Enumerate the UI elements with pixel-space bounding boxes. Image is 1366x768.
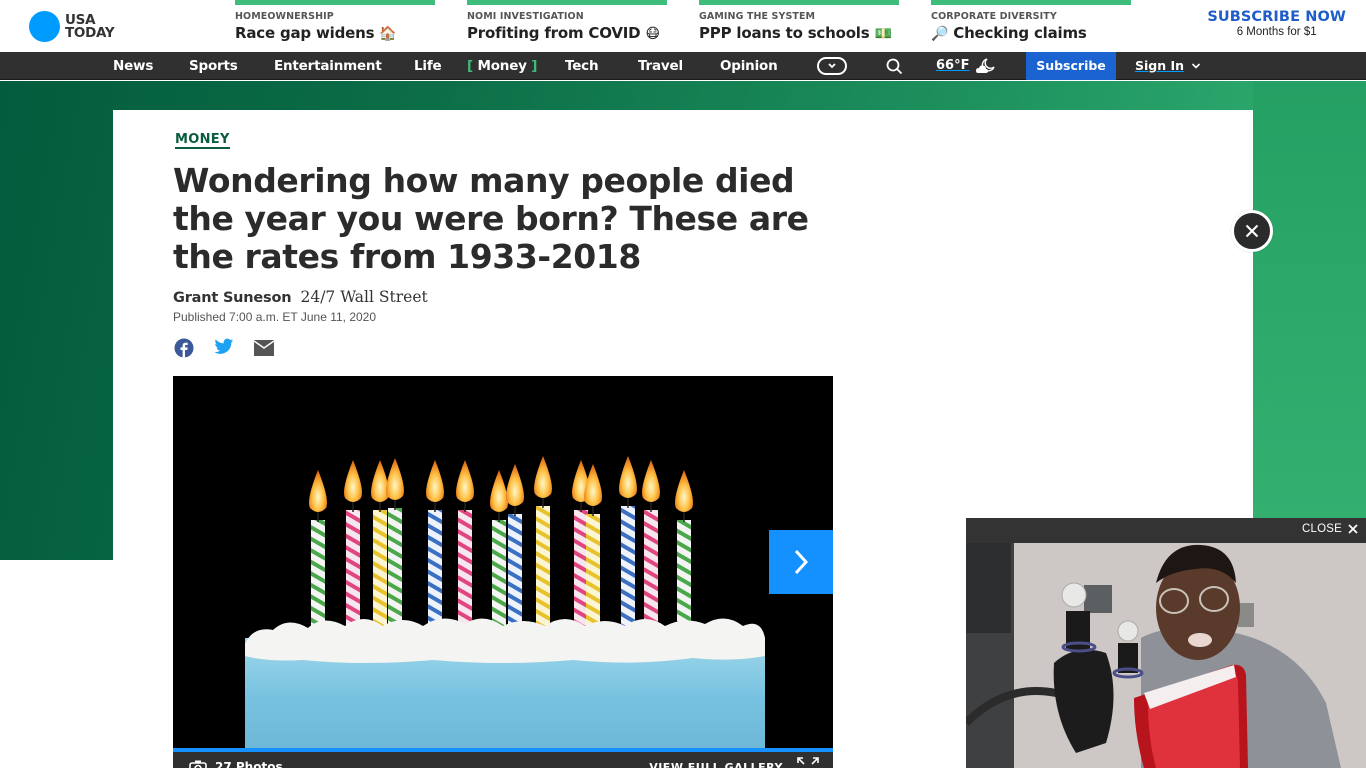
video-close-label: CLOSE bbox=[1302, 523, 1342, 535]
video-header: CLOSE bbox=[966, 518, 1366, 543]
promo-title-text: Profiting from COVID bbox=[467, 24, 641, 42]
video-close-button[interactable]: CLOSE bbox=[1302, 523, 1358, 535]
nav-item-travel[interactable]: Travel bbox=[638, 52, 683, 80]
promo-title-text: Checking claims bbox=[953, 24, 1087, 42]
search-icon bbox=[886, 58, 903, 75]
weather-temperature[interactable]: 66°F bbox=[936, 52, 969, 80]
partly-cloudy-night-icon bbox=[976, 58, 995, 73]
promo-accent-bar bbox=[699, 0, 899, 5]
active-bracket-right: ] bbox=[531, 58, 538, 74]
promo-title-text: PPP loans to schools bbox=[699, 24, 870, 42]
nav-subscribe-button[interactable]: Subscribe bbox=[1026, 52, 1116, 80]
nav-item-money[interactable]: [ Money ] bbox=[467, 52, 537, 80]
promo-title[interactable]: Race gap widens 🏠 bbox=[235, 24, 435, 42]
article-source: 24/7 Wall Street bbox=[300, 288, 428, 306]
promo-title[interactable]: PPP loans to schools 💵 bbox=[699, 24, 899, 42]
close-overlay-button[interactable] bbox=[1231, 210, 1273, 252]
logo-text: USA TODAY bbox=[65, 13, 115, 41]
published-date: Published 7:00 a.m. ET June 11, 2020 bbox=[173, 310, 377, 324]
floating-video-player[interactable]: CLOSE bbox=[966, 518, 1366, 768]
gallery-photo-count: 27 Photos bbox=[189, 760, 283, 768]
author-name: Grant Suneson bbox=[173, 290, 292, 306]
promo-homeownership[interactable]: HOMEOWNERSHIP Race gap widens 🏠 bbox=[235, 0, 435, 52]
gallery-expand-button[interactable] bbox=[797, 756, 819, 768]
nav-item-entertainment[interactable]: Entertainment bbox=[274, 52, 382, 80]
share-facebook-button[interactable] bbox=[174, 338, 194, 362]
promo-gaming-the-system[interactable]: GAMING THE SYSTEM PPP loans to schools 💵 bbox=[699, 0, 899, 52]
more-sections-button[interactable] bbox=[817, 57, 847, 75]
video-thumbnail-image bbox=[966, 543, 1366, 768]
article-headline: Wondering how many people died the year … bbox=[173, 161, 809, 276]
promo-title[interactable]: 🔎 Checking claims bbox=[931, 24, 1131, 42]
section-background-right bbox=[1253, 81, 1366, 518]
sign-in-label: Sign In bbox=[1135, 58, 1185, 73]
chevron-down-icon bbox=[1192, 63, 1201, 69]
search-button[interactable] bbox=[886, 58, 903, 79]
subscribe-now-promo[interactable]: SUBSCRIBE NOW 6 Months for $1 bbox=[1207, 9, 1346, 38]
promo-title-text: Race gap widens bbox=[235, 24, 375, 42]
view-full-gallery-link[interactable]: VIEW FULL GALLERY bbox=[649, 761, 783, 768]
nav-item-tech[interactable]: Tech bbox=[565, 52, 599, 80]
email-icon bbox=[253, 340, 275, 356]
nav-item-opinion[interactable]: Opinion bbox=[720, 52, 778, 80]
logo-circle-icon bbox=[29, 11, 60, 42]
logo-line-2: TODAY bbox=[65, 24, 115, 41]
promo-title[interactable]: Profiting from COVID 😷 bbox=[467, 24, 667, 42]
photo-count-label: 27 Photos bbox=[215, 760, 283, 768]
twitter-icon bbox=[214, 338, 234, 354]
promo-kicker: GAMING THE SYSTEM bbox=[699, 11, 816, 22]
facebook-icon bbox=[174, 338, 194, 358]
chevron-right-icon bbox=[794, 549, 809, 575]
section-link-money[interactable]: MONEY bbox=[175, 133, 230, 149]
gallery-image[interactable] bbox=[173, 376, 833, 748]
promo-corporate-diversity[interactable]: CORPORATE DIVERSITY 🔎 Checking claims bbox=[931, 0, 1131, 52]
nav-item-news[interactable]: News bbox=[113, 52, 153, 80]
sign-in-button[interactable]: Sign In bbox=[1135, 52, 1201, 80]
mask-face-icon: 😷 bbox=[645, 26, 660, 42]
chevron-down-icon bbox=[828, 63, 836, 69]
promo-accent-bar bbox=[235, 0, 435, 5]
main-nav: News Sports Entertainment Life [ Money ]… bbox=[0, 52, 1366, 80]
promo-kicker: NOMI INVESTIGATION bbox=[467, 11, 584, 22]
share-twitter-button[interactable] bbox=[214, 338, 234, 360]
close-icon bbox=[1348, 524, 1358, 534]
camera-icon bbox=[189, 760, 207, 768]
weather-button[interactable] bbox=[974, 56, 998, 80]
top-header: USA TODAY HOMEOWNERSHIP Race gap widens … bbox=[0, 0, 1366, 52]
gallery-footer: 27 Photos VIEW FULL GALLERY bbox=[173, 748, 833, 768]
video-thumbnail[interactable] bbox=[966, 543, 1366, 768]
promo-accent-bar bbox=[467, 0, 667, 5]
gallery-next-button[interactable] bbox=[769, 530, 833, 594]
promo-kicker: CORPORATE DIVERSITY bbox=[931, 11, 1057, 22]
promo-nomi-investigation[interactable]: NOMI INVESTIGATION Profiting from COVID … bbox=[467, 0, 667, 52]
promo-accent-bar bbox=[931, 0, 1131, 5]
usa-today-logo[interactable]: USA TODAY bbox=[29, 11, 115, 42]
promo-kicker: HOMEOWNERSHIP bbox=[235, 11, 334, 22]
magnifying-glass-icon: 🔎 bbox=[931, 26, 949, 42]
share-email-button[interactable] bbox=[253, 338, 275, 360]
nav-item-money-label: Money bbox=[477, 58, 527, 74]
house-icon: 🏠 bbox=[379, 26, 397, 42]
subscribe-offer: 6 Months for $1 bbox=[1236, 26, 1317, 38]
expand-icon bbox=[797, 757, 819, 765]
active-bracket-left: [ bbox=[467, 58, 473, 74]
byline: Grant Suneson 24/7 Wall Street bbox=[173, 287, 428, 306]
nav-item-life[interactable]: Life bbox=[414, 52, 442, 80]
photo-gallery[interactable]: 27 Photos VIEW FULL GALLERY bbox=[173, 376, 833, 768]
subscribe-now-headline[interactable]: SUBSCRIBE NOW bbox=[1207, 9, 1346, 25]
nav-item-sports[interactable]: Sports bbox=[189, 52, 238, 80]
close-icon bbox=[1245, 224, 1259, 238]
money-icon: 💵 bbox=[874, 26, 892, 42]
